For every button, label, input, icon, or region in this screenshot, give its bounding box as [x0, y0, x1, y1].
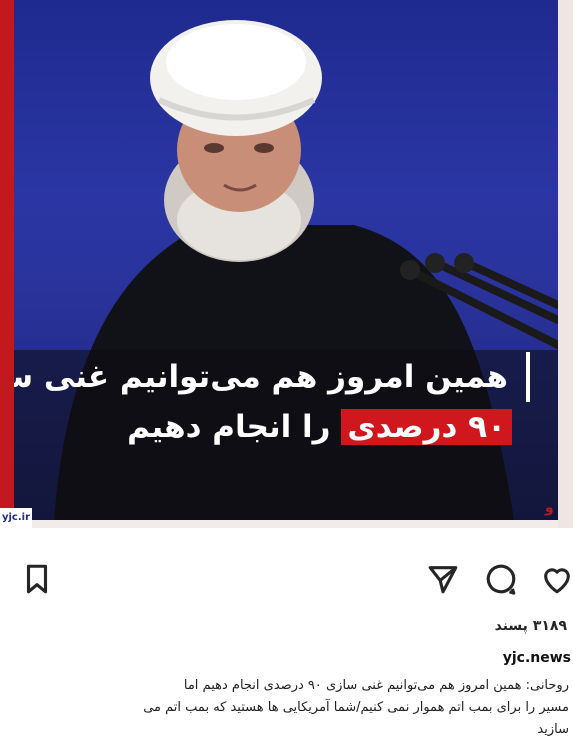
- caption-line: مسیر را برای بمب اتم هموار نمی کنیم/شما …: [143, 700, 569, 715]
- post-image[interactable]: همین امروز هم می‌توانیم غنی سازی ۹۰ درصد…: [14, 0, 558, 520]
- corner-logo-mark: و: [545, 500, 554, 516]
- likes-count[interactable]: ۳۱۸۹ پسند: [495, 618, 567, 634]
- headline-highlight: ۹۰ درصدی: [341, 409, 512, 445]
- account-handle[interactable]: yjc.news: [503, 650, 571, 666]
- post-frame: همین امروز هم می‌توانیم غنی سازی ۹۰ درصد…: [0, 0, 573, 528]
- comment-icon[interactable]: [484, 562, 518, 596]
- headline-line-2-rest: را انجام دهیم: [127, 409, 342, 445]
- bookmark-icon[interactable]: [20, 562, 54, 596]
- headline-line-2: ۹۰ درصدی را انجام دهیم: [14, 402, 530, 452]
- caption-line: سازید: [537, 722, 569, 737]
- send-icon[interactable]: [426, 562, 460, 596]
- left-brand-stripe: [0, 0, 14, 528]
- right-margin: [558, 0, 573, 528]
- account-name[interactable]: yjc.news: [503, 650, 571, 666]
- heart-icon[interactable]: [540, 562, 573, 596]
- headline-line-1: همین امروز هم می‌توانیم غنی سازی: [14, 352, 530, 402]
- post-headline: همین امروز هم می‌توانیم غنی سازی ۹۰ درصد…: [14, 352, 530, 452]
- post-caption: روحانی: همین امروز هم می‌توانیم غنی سازی…: [3, 675, 569, 741]
- post-action-bar: [0, 556, 573, 604]
- caption-line: روحانی: همین امروز هم می‌توانیم غنی سازی…: [183, 678, 569, 693]
- watermark-badge: yjc.ir: [0, 508, 32, 528]
